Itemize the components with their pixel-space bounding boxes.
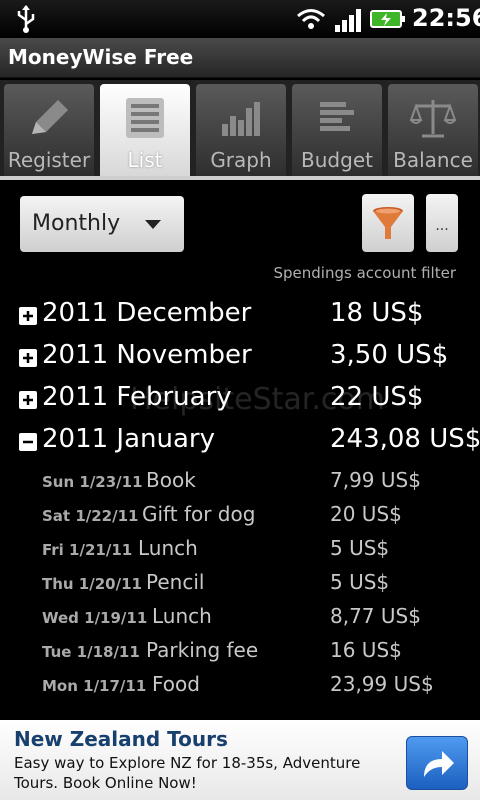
tab-balance[interactable]: Balance	[388, 84, 478, 176]
tab-bar: Register List Graph Budget Balance	[0, 80, 480, 178]
month-row-november[interactable]: 2011 November 3,50 US$	[0, 338, 480, 378]
app-title: MoneyWise Free	[8, 45, 194, 69]
tab-label: Register	[7, 148, 91, 172]
tab-label: Graph	[210, 148, 272, 172]
status-clock: 22:56	[412, 4, 480, 32]
wifi-icon	[297, 9, 325, 29]
signal-strength-icon	[335, 9, 361, 32]
usb-icon	[17, 5, 35, 33]
expand-plus-icon[interactable]	[19, 349, 37, 367]
expand-plus-icon[interactable]	[19, 391, 37, 409]
arrow-forward-icon	[424, 751, 454, 777]
ad-text[interactable]: Easy way to Explore NZ for 18-35s, Adven…	[14, 753, 394, 793]
tab-graph[interactable]: Graph	[196, 84, 286, 176]
month-amount: 3,50 US$	[330, 340, 449, 370]
month-label: 2011 January	[42, 424, 215, 454]
tab-label: Budget	[301, 148, 373, 172]
transaction-date: Wed 1/19/11	[42, 609, 148, 627]
transaction-row[interactable]: Tue 1/18/11 Parking fee 16 US$	[0, 634, 480, 668]
tab-register[interactable]: Register	[4, 84, 94, 176]
transaction-row[interactable]: Fri 1/21/11 Lunch 5 US$	[0, 532, 480, 566]
transaction-amount: 20 US$	[330, 502, 402, 526]
transaction-amount: 23,99 US$	[330, 672, 434, 696]
transaction-description: Book	[146, 468, 196, 492]
budget-bars-icon	[320, 102, 354, 131]
ad-open-button[interactable]	[406, 736, 468, 790]
month-label: 2011 November	[42, 340, 252, 370]
transaction-row[interactable]: Sat 1/22/11 Gift for dog 20 US$	[0, 498, 480, 532]
bar-chart-icon	[222, 102, 260, 136]
transaction-date: Fri 1/21/11	[42, 541, 133, 559]
battery-charging-icon	[370, 10, 405, 28]
transaction-row[interactable]: Sun 1/23/11 Book 7,99 US$	[0, 464, 480, 498]
transaction-amount: 7,99 US$	[330, 468, 421, 492]
tab-list[interactable]: List	[100, 84, 190, 176]
watermark-text: HelpsiteStar.com	[130, 382, 385, 417]
transaction-row[interactable]: Wed 1/19/11 Lunch 8,77 US$	[0, 600, 480, 634]
more-options-button[interactable]: ...	[426, 194, 458, 252]
transaction-row[interactable]: Mon 1/17/11 Food 23,99 US$	[0, 668, 480, 702]
transaction-date: Tue 1/18/11	[42, 643, 140, 661]
transaction-amount: 5 US$	[330, 536, 390, 560]
filter-caption: Spendings account filter	[273, 264, 457, 282]
funnel-icon	[373, 207, 403, 239]
transaction-date: Thu 1/20/11	[42, 575, 142, 593]
tab-label: Balance	[393, 148, 473, 172]
transaction-description: Parking fee	[146, 638, 259, 662]
list-icon	[126, 98, 164, 138]
transaction-row[interactable]: Thu 1/20/11 Pencil 5 US$	[0, 566, 480, 600]
transaction-date: Sat 1/22/11	[42, 507, 139, 525]
scales-icon	[410, 100, 456, 138]
status-bar: 22:56	[0, 0, 480, 38]
tab-underline	[0, 176, 480, 180]
month-label: 2011 December	[42, 298, 252, 328]
period-dropdown[interactable]: Monthly	[20, 196, 184, 252]
ad-title[interactable]: New Zealand Tours	[14, 727, 228, 751]
month-amount: 243,08 US$	[330, 424, 480, 454]
transaction-description: Food	[152, 672, 200, 696]
transaction-description: Lunch	[152, 604, 212, 628]
transaction-date: Sun 1/23/11	[42, 473, 143, 491]
transaction-description: Pencil	[146, 570, 205, 594]
tab-label: List	[127, 148, 163, 172]
transaction-amount: 5 US$	[330, 570, 390, 594]
transaction-amount: 16 US$	[330, 638, 402, 662]
expand-plus-icon[interactable]	[19, 307, 37, 325]
transaction-amount: 8,77 US$	[330, 604, 421, 628]
transaction-description: Gift for dog	[142, 502, 256, 526]
account-filter-button[interactable]	[362, 194, 414, 252]
collapse-minus-icon[interactable]	[19, 433, 37, 451]
month-amount: 18 US$	[330, 298, 424, 328]
chevron-down-icon	[145, 220, 161, 229]
pencil-icon	[32, 100, 68, 134]
transaction-description: Lunch	[138, 536, 198, 560]
transaction-date: Mon 1/17/11	[42, 677, 147, 695]
app-title-bar: MoneyWise Free	[0, 38, 480, 78]
tab-budget[interactable]: Budget	[292, 84, 382, 176]
month-row-january[interactable]: 2011 January 243,08 US$	[0, 422, 480, 462]
period-value: Monthly	[32, 211, 121, 236]
month-row-december[interactable]: 2011 December 18 US$	[0, 296, 480, 336]
